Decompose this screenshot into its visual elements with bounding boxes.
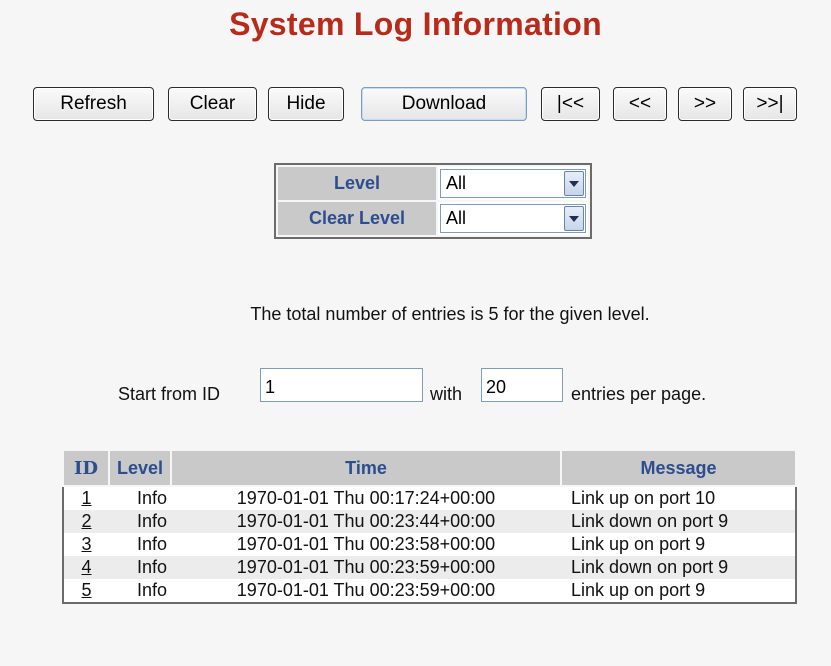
start-from-label: Start from ID: [118, 384, 221, 404]
log-table-header: ID Level Time Message: [62, 449, 797, 487]
entries-per-page-input[interactable]: [481, 368, 563, 402]
log-message: Link up on port 9: [571, 580, 706, 600]
clear-level-label: Clear Level: [278, 202, 436, 235]
clear-button[interactable]: Clear: [168, 87, 257, 121]
log-message: Link down on port 9: [561, 556, 796, 579]
total-entries-text: The total number of entries is 5 for the…: [250, 304, 650, 324]
start-id-input[interactable]: [260, 368, 423, 402]
column-header-level: Level: [108, 449, 172, 487]
table-row: 4 Info 1970-01-01 Thu 00:23:59+00:00 Lin…: [63, 556, 796, 579]
level-filter-table: Level All Clear Level All: [274, 163, 592, 239]
log-time: 1970-01-01 Thu 00:23:59+00:00: [236, 580, 496, 600]
log-level: Info: [136, 580, 167, 600]
last-page-button[interactable]: >>|: [743, 87, 797, 121]
next-page-button[interactable]: >>: [678, 87, 732, 121]
first-page-button[interactable]: |<<: [541, 87, 600, 121]
log-id-link[interactable]: 4: [81, 557, 91, 577]
with-label: with: [430, 384, 463, 404]
log-id-link[interactable]: 3: [81, 534, 91, 554]
log-message: Link up on port 10: [571, 488, 716, 508]
table-row: 3 Info 1970-01-01 Thu 00:23:58+00:00 Lin…: [63, 533, 796, 556]
entries-per-page-label: entries per page.: [571, 384, 707, 404]
log-id-link[interactable]: 5: [81, 580, 91, 600]
log-message: Link up on port 9: [571, 534, 706, 554]
log-message: Link down on port 9: [561, 510, 796, 533]
log-time: 1970-01-01 Thu 00:23:59+00:00: [171, 556, 561, 579]
chevron-down-icon[interactable]: [564, 206, 584, 231]
log-table: ID Level Time Message 1 Info 1970-01-01 …: [62, 449, 797, 604]
chevron-down-icon[interactable]: [564, 171, 584, 196]
log-level: Info: [109, 556, 171, 579]
clear-level-select[interactable]: All: [440, 204, 586, 233]
log-level: Info: [136, 534, 167, 554]
log-time: 1970-01-01 Thu 00:23:44+00:00: [171, 510, 561, 533]
log-level: Info: [136, 488, 167, 508]
refresh-button[interactable]: Refresh: [33, 87, 154, 121]
log-time: 1970-01-01 Thu 00:23:58+00:00: [236, 534, 496, 554]
column-header-time: Time: [170, 449, 562, 487]
clear-level-select-value: All: [446, 208, 467, 228]
level-select-value: All: [446, 173, 467, 193]
prev-page-button[interactable]: <<: [613, 87, 667, 121]
table-row: 2 Info 1970-01-01 Thu 00:23:44+00:00 Lin…: [63, 510, 796, 533]
log-time: 1970-01-01 Thu 00:17:24+00:00: [236, 488, 496, 508]
log-level: Info: [109, 510, 171, 533]
level-select[interactable]: All: [440, 169, 586, 198]
hide-button[interactable]: Hide: [268, 87, 344, 121]
log-id-link[interactable]: 2: [81, 511, 91, 531]
column-header-message: Message: [560, 449, 797, 487]
table-row: 5 Info 1970-01-01 Thu 00:23:59+00:00 Lin…: [63, 579, 796, 603]
log-id-link[interactable]: 1: [81, 488, 91, 508]
page-title: System Log Information: [229, 6, 602, 42]
column-header-id: ID: [62, 449, 110, 487]
level-label: Level: [278, 167, 436, 200]
table-row: 1 Info 1970-01-01 Thu 00:17:24+00:00 Lin…: [63, 486, 796, 510]
download-button[interactable]: Download: [361, 87, 527, 121]
